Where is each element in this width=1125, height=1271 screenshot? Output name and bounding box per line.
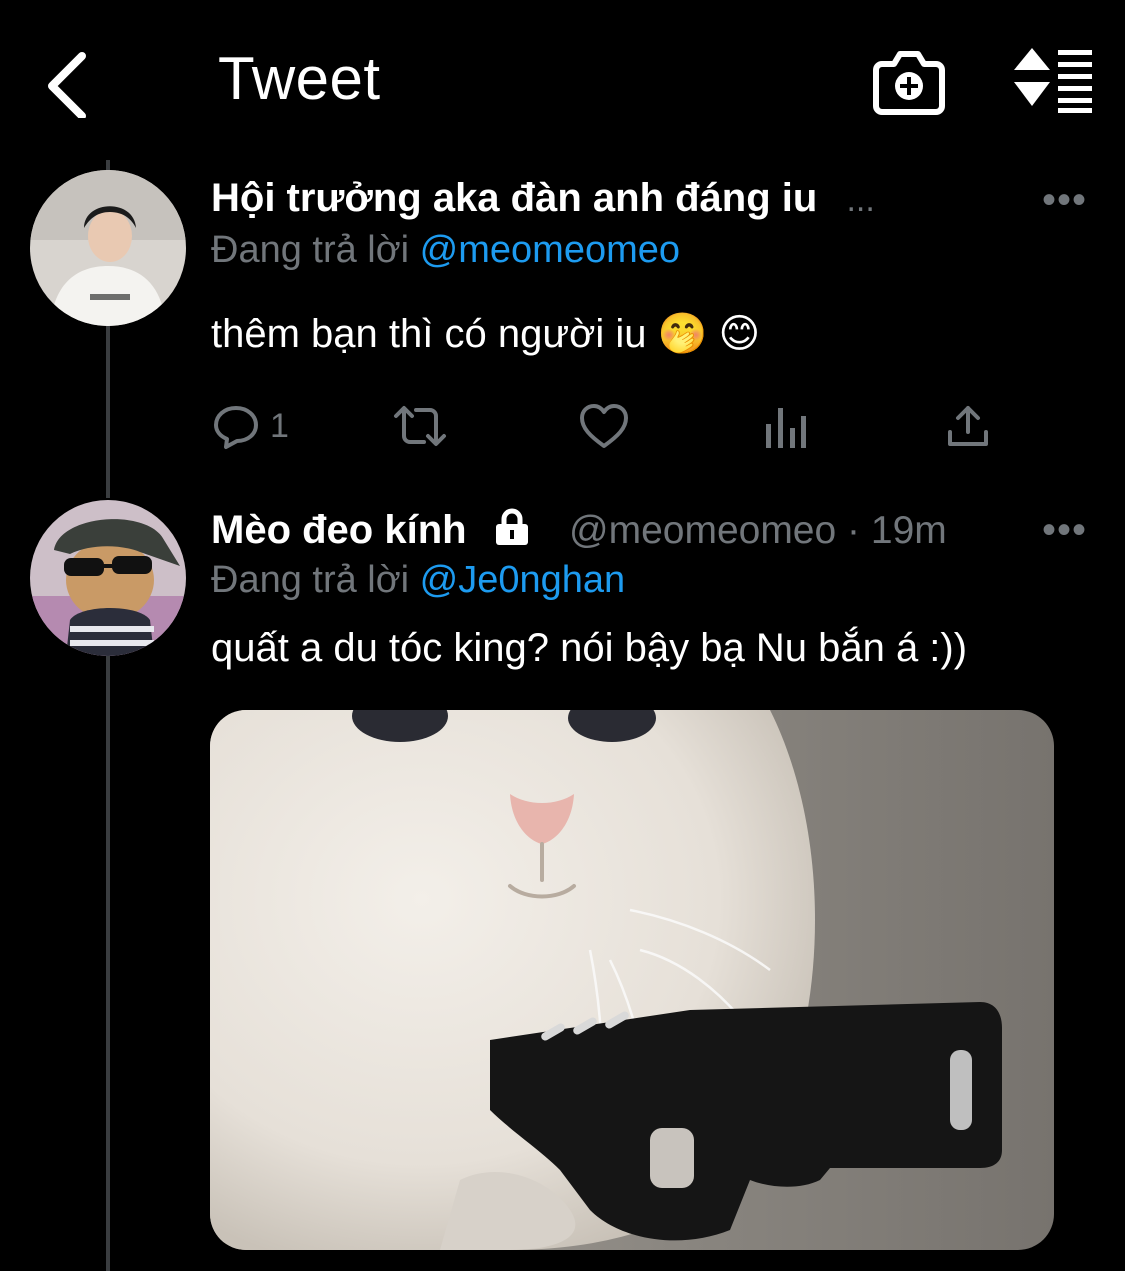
analytics-button[interactable] [764,398,808,454]
cat-with-gun-image [210,710,1054,1250]
thread-line [106,656,110,1271]
camera-plus-icon [873,51,945,115]
more-button[interactable]: ••• [1042,178,1087,223]
sort-icon [1014,48,1092,113]
replying-prefix: Đang trả lời [211,229,410,271]
retweet-button[interactable] [390,398,450,454]
retweet-icon [394,406,446,446]
name-overflow: ... [846,181,875,219]
handle[interactable]: @meomeomeo [569,509,836,552]
separator: · [847,509,861,552]
display-name-text: Hội trưởng aka đàn anh đáng iu [211,176,818,220]
tweet-media-image[interactable] [210,710,1054,1250]
replying-to: Đang trả lời @Je0nghan [211,559,625,602]
analytics-icon [766,408,806,448]
replying-handle-link[interactable]: @meomeomeo [420,229,680,271]
like-icon [580,404,628,448]
display-name[interactable]: Hội trưởng aka đàn anh đáng iu ... [211,176,875,221]
more-icon: ••• [1042,508,1088,552]
sort-replies-button[interactable] [1010,44,1094,116]
replying-to: Đang trả lời @meomeomeo [211,229,680,272]
top-bar: Tweet [0,0,1125,160]
profile-photo [30,500,186,656]
share-icon [948,406,988,446]
avatar[interactable] [30,500,186,656]
reply-count: 1 [270,406,289,445]
timestamp[interactable]: 19m [871,509,947,552]
lock-icon [495,508,528,545]
tweet-text: quất a du tóc king? nói bậy bạ Nu bắn á … [211,626,968,670]
share-button[interactable] [944,398,992,454]
display-name[interactable]: Mèo đeo kính [211,507,532,553]
avatar[interactable] [30,170,186,326]
more-button[interactable]: ••• [1042,508,1087,553]
page-title: Tweet [218,45,381,112]
add-photo-button[interactable] [872,44,946,116]
replying-prefix: Đang trả lời [211,559,410,601]
back-button[interactable] [40,48,100,120]
handle-and-time: @meomeomeo · 19m [569,509,947,553]
thread-line [106,326,110,498]
replying-handle-link[interactable]: @Je0nghan [420,559,626,601]
profile-photo [30,170,186,326]
display-name-text: Mèo đeo kính [211,508,467,552]
reply-button[interactable]: 1 [212,398,289,454]
like-button[interactable] [578,398,630,454]
tweet-text: thêm bạn thì có người iu 🤭 😊 [211,312,761,356]
back-icon [48,52,86,120]
more-icon: ••• [1042,178,1088,222]
reply-icon [214,406,258,449]
